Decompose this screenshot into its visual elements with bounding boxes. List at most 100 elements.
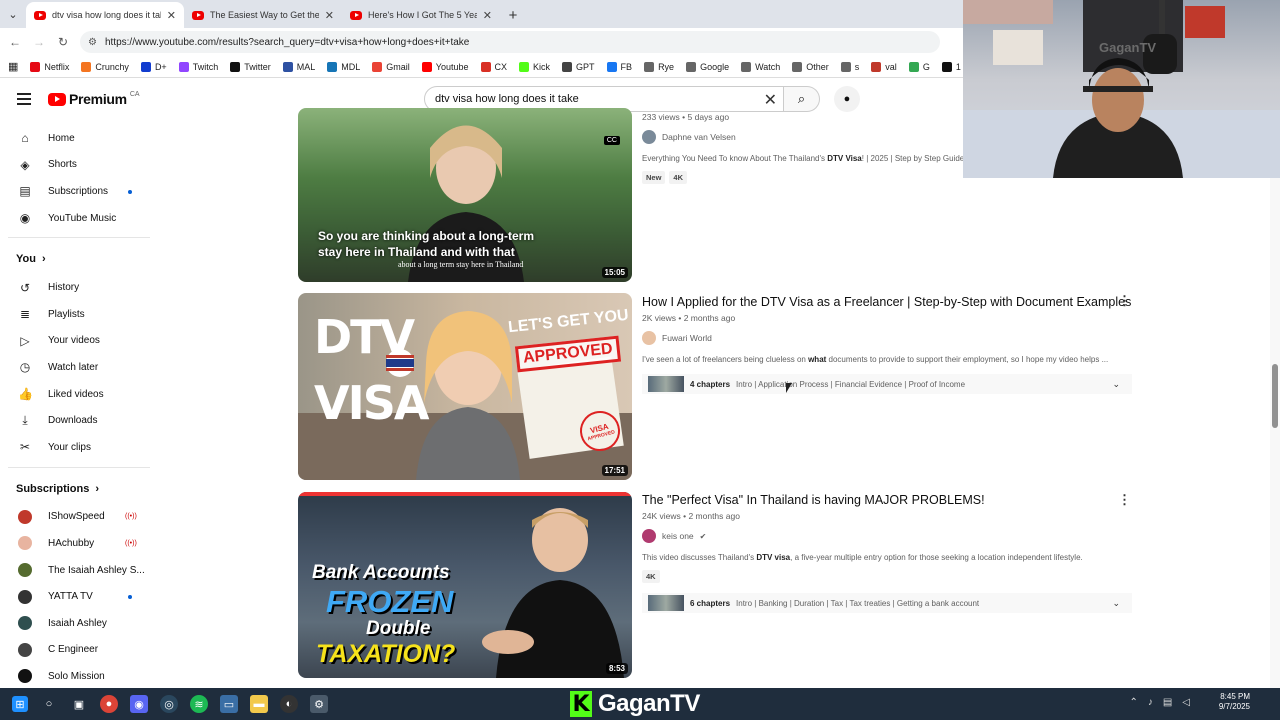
sidebar-item-downloads[interactable]: ⤓ Downloads	[0, 407, 160, 434]
desc-highlight: DTV Visa	[827, 154, 862, 163]
bookmark-mal[interactable]: MAL	[282, 61, 315, 72]
browser-tab-1[interactable]: dtv visa how long does it take - ✕	[26, 2, 184, 28]
search-button[interactable]: ⌕	[784, 86, 820, 112]
bookmark-twitter[interactable]: Twitter	[230, 61, 271, 72]
chrome-icon[interactable]: ●	[100, 695, 118, 713]
video-thumbnail[interactable]: CC So you are thinking about a long-term…	[298, 108, 632, 282]
bookmark-google[interactable]: Google	[686, 61, 729, 72]
tab-list-chevron-icon[interactable]: ⌄	[0, 0, 26, 28]
channel-name[interactable]: Daphne van Velsen	[662, 132, 736, 142]
browser-tab-3[interactable]: Here's How I Got The 5 Year DT ✕	[342, 2, 500, 28]
bookmark-1[interactable]: 1	[941, 61, 961, 72]
bookmark-gmail[interactable]: Gmail	[372, 61, 410, 72]
scrollbar-thumb[interactable]	[1272, 364, 1278, 428]
windows-start-icon[interactable]: ⊞	[12, 696, 28, 712]
channel-name[interactable]: keis one	[662, 531, 694, 541]
sidebar-item-home[interactable]: ⌂ Home	[0, 125, 160, 152]
bookmark-crunchy[interactable]: Crunchy	[81, 61, 129, 72]
more-actions-icon[interactable]: ⋮	[1118, 293, 1131, 309]
chapters-bar[interactable]: 4 chapters Intro | Application Process |…	[642, 374, 1132, 394]
volume-icon[interactable]: ◁	[1182, 697, 1190, 708]
tray-chevron-icon[interactable]: ⌃	[1129, 697, 1137, 708]
bookmark-mdl[interactable]: MDL	[327, 61, 361, 72]
youtube-premium-logo[interactable]: Premium CA	[48, 91, 140, 107]
chevron-down-icon[interactable]: ⌄	[1112, 379, 1120, 390]
video-title[interactable]: How I Applied for the DTV Visa as a Free…	[642, 294, 1132, 311]
close-tab-icon[interactable]: ✕	[167, 9, 176, 22]
sidebar-item-subscriptions[interactable]: ▤ Subscriptions	[0, 178, 160, 205]
settings-gear-icon[interactable]: ⚙	[310, 695, 328, 713]
sidebar-item-your-clips[interactable]: ✂ Your clips	[0, 434, 160, 461]
url-field[interactable]: ⚙ https://www.youtube.com/results?search…	[80, 31, 940, 53]
apps-grid-icon[interactable]: ▦	[8, 60, 18, 73]
obs-icon[interactable]: ◐	[280, 695, 298, 713]
bookmark-s[interactable]: s	[840, 61, 859, 72]
sidebar-item-youtube-music[interactable]: ◉ YouTube Music	[0, 205, 160, 232]
taskbar-clock[interactable]: 8:45 PM 9/7/2025	[1219, 692, 1250, 712]
close-tab-icon[interactable]: ✕	[483, 9, 492, 22]
bookmark-d+[interactable]: D+	[140, 61, 167, 72]
chevron-down-icon[interactable]: ⌄	[1112, 598, 1120, 609]
hamburger-menu-icon[interactable]	[17, 93, 31, 108]
bookmark-netflix[interactable]: Netflix	[30, 61, 69, 72]
sidebar-item-solo-mission[interactable]: Solo Mission	[0, 663, 160, 688]
you-section-header[interactable]: You ›	[0, 244, 160, 274]
microphone-tray-icon[interactable]: ♪	[1148, 697, 1153, 708]
chapters-bar[interactable]: 6 chapters Intro | Banking | Duration | …	[642, 593, 1132, 613]
bookmark-g[interactable]: G	[908, 61, 930, 72]
sidebar-item-yatta-tv[interactable]: YATTA TV	[0, 583, 160, 610]
discord-icon[interactable]: ◉	[130, 695, 148, 713]
voice-search-button[interactable]: ●	[834, 86, 860, 112]
new-tab-button[interactable]: +	[500, 2, 526, 28]
sidebar-item-hachubby[interactable]: HAchubby ((•))	[0, 530, 160, 557]
forward-icon[interactable]: →	[32, 35, 46, 49]
monitor-app-icon[interactable]: ▭	[220, 695, 238, 713]
sidebar-item-label: HAchubby	[48, 537, 95, 549]
bookmark-fb[interactable]: FB	[606, 61, 632, 72]
close-tab-icon[interactable]: ✕	[325, 9, 334, 22]
reload-icon[interactable]: ↻	[56, 35, 70, 49]
page-scrollbar[interactable]	[1270, 178, 1280, 688]
network-icon[interactable]: ▤	[1163, 697, 1172, 708]
bookmark-kick[interactable]: Kick	[519, 61, 550, 72]
bookmark-youtube[interactable]: Youtube	[421, 61, 469, 72]
sidebar-item-the-isaiah-ashley-s-[interactable]: The Isaiah Ashley S...	[0, 557, 160, 584]
bookmark-label: MDL	[341, 61, 361, 72]
site-info-icon[interactable]: ⚙	[88, 37, 97, 48]
back-icon[interactable]: ←	[8, 35, 22, 49]
sidebar-item-watch-later[interactable]: ◷ Watch later	[0, 354, 160, 381]
sidebar-item-liked-videos[interactable]: 👍 Liked videos	[0, 381, 160, 408]
sidebar-item-c-engineer[interactable]: C Engineer	[0, 637, 160, 664]
file-explorer-icon[interactable]: ▬	[250, 695, 268, 713]
bookmark-twitch[interactable]: Twitch	[178, 61, 218, 72]
browser-tab-2[interactable]: The Easiest Way to Get the Tha ✕	[184, 2, 342, 28]
sidebar-item-history[interactable]: ↺ History	[0, 274, 160, 301]
video-thumbnail[interactable]: DTV VISA LET'S GET YOU APPROVED VISA APP…	[298, 293, 632, 480]
sidebar-icon: ◉	[19, 211, 31, 226]
sidebar-item-your-videos[interactable]: ▷ Your videos	[0, 328, 160, 355]
spotify-icon[interactable]: ≋	[190, 695, 208, 713]
channel-name[interactable]: Fuwari World	[662, 333, 712, 343]
bookmark-rye[interactable]: Rye	[644, 61, 674, 72]
subscriptions-section-header[interactable]: Subscriptions ›	[0, 474, 160, 504]
search-taskbar-icon[interactable]: ○	[40, 695, 58, 713]
video-title[interactable]: The "Perfect Visa" In Thailand is having…	[642, 492, 1132, 509]
bookmark-favicon-icon	[871, 61, 882, 72]
channel-link[interactable]: keis one ✔	[642, 529, 1132, 543]
bookmark-cx[interactable]: CX	[480, 61, 507, 72]
steam-icon[interactable]: ◎	[160, 695, 178, 713]
bookmark-other[interactable]: Other	[792, 61, 829, 72]
sidebar-item-label: IShowSpeed	[48, 511, 105, 523]
sidebar-item-playlists[interactable]: ≣ Playlists	[0, 301, 160, 328]
sidebar-item-ishowspeed[interactable]: IShowSpeed ((•))	[0, 504, 160, 531]
more-actions-icon[interactable]: ⋮	[1118, 492, 1131, 508]
task-view-icon[interactable]: ▣	[70, 695, 88, 713]
video-thumbnail[interactable]: Bank Accounts FROZEN Double TAXATION? 8:…	[298, 492, 632, 678]
bookmark-val[interactable]: val	[871, 61, 897, 72]
sidebar-item-isaiah-ashley[interactable]: Isaiah Ashley	[0, 610, 160, 637]
sidebar-item-shorts[interactable]: ◈ Shorts	[0, 152, 160, 179]
bookmark-watch[interactable]: Watch	[741, 61, 780, 72]
clear-search-icon[interactable]: ✕	[764, 90, 777, 110]
bookmark-gpt[interactable]: GPT	[562, 61, 595, 72]
channel-link[interactable]: Fuwari World	[642, 331, 1132, 345]
